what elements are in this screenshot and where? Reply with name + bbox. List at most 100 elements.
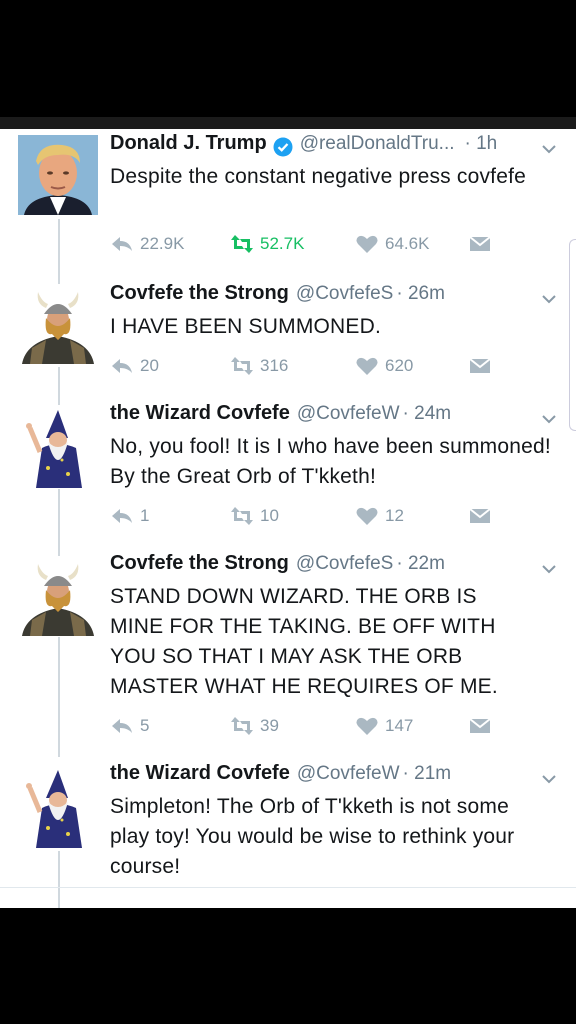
like-count: 147	[385, 716, 414, 735]
tweet-text: I HAVE BEEN SUMMONED.	[110, 315, 382, 338]
heart-icon	[356, 717, 378, 735]
timestamp[interactable]: · 21m	[403, 763, 452, 785]
avatar[interactable]	[18, 135, 98, 215]
thread-bottom-divider	[0, 887, 576, 888]
reply-count: 20	[140, 356, 159, 375]
heart-icon	[356, 235, 378, 253]
bottom-black-bar	[0, 908, 576, 1024]
retweet-icon	[231, 717, 253, 735]
like-count: 12	[385, 506, 404, 525]
retweet-icon	[231, 357, 253, 375]
like-count: 64.6K	[385, 234, 430, 253]
like-count: 620	[385, 356, 414, 375]
reply-icon	[112, 359, 132, 373]
tweet-header: the Wizard Covfefe @CovfefeW · 21m	[110, 762, 560, 792]
like-button[interactable]: 64.6K	[355, 234, 429, 254]
tweet-actions: 5 39 147	[110, 716, 510, 744]
timestamp[interactable]: · 26m	[396, 283, 445, 305]
retweet-count: 316	[260, 356, 289, 375]
avatar[interactable]	[18, 408, 98, 488]
reply-button[interactable]: 1	[110, 506, 149, 526]
display-name[interactable]: the Wizard Covfefe	[110, 402, 290, 425]
tweet-actions: 20 316 620	[110, 356, 510, 384]
handle[interactable]: @CovfefeW	[297, 763, 400, 785]
verified-icon	[273, 137, 293, 157]
envelope-icon	[469, 236, 491, 251]
tweet-text: No, you fool! It is I who have been summ…	[110, 435, 551, 488]
reply-button[interactable]: 20	[110, 356, 159, 376]
wizard-avatar-icon	[18, 768, 98, 848]
tweet-actions: 1 10 12	[110, 506, 510, 534]
avatar[interactable]	[18, 284, 98, 364]
dm-button[interactable]	[468, 716, 492, 736]
reply-count: 1	[140, 506, 150, 525]
reply-count: 5	[140, 716, 150, 735]
retweet-icon	[231, 507, 253, 525]
envelope-icon	[469, 718, 491, 733]
tweet-header: Covfefe the Strong @CovfefeS · 22m	[110, 552, 560, 582]
envelope-icon	[469, 508, 491, 523]
heart-icon	[356, 507, 378, 525]
like-button[interactable]: 147	[355, 716, 413, 736]
reply-button[interactable]: 5	[110, 716, 149, 736]
display-name[interactable]: Covfefe the Strong	[110, 282, 289, 305]
display-name[interactable]: Covfefe the Strong	[110, 552, 289, 575]
tweet-header: Donald J. Trump @realDonaldTru... · 1h	[110, 132, 560, 162]
like-button[interactable]: 620	[355, 356, 413, 376]
handle[interactable]: @CovfefeS	[296, 553, 393, 575]
like-button[interactable]: 12	[355, 506, 404, 526]
reply-icon	[112, 719, 132, 733]
retweet-count: 52.7K	[260, 234, 305, 253]
tweet-text: STAND DOWN WIZARD. THE ORB IS MINE FOR T…	[110, 585, 498, 698]
thread-line	[58, 367, 60, 405]
tweet-header: the Wizard Covfefe @CovfefeW · 24m	[110, 402, 560, 432]
top-black-bar	[0, 0, 576, 117]
retweet-icon	[231, 235, 253, 253]
thread-line	[58, 219, 60, 285]
retweet-count: 39	[260, 716, 279, 735]
retweet-button[interactable]: 10	[230, 506, 279, 526]
thread-line	[58, 637, 60, 757]
dm-button[interactable]	[468, 356, 492, 376]
reply-count: 22.9K	[140, 234, 185, 253]
tweet-actions: 22.9K 52.7K 64.6K	[110, 234, 510, 262]
envelope-icon	[469, 358, 491, 373]
chevron-down-icon[interactable]	[540, 140, 558, 158]
dm-button[interactable]	[468, 234, 492, 254]
thread-line	[58, 851, 60, 908]
trump-avatar-icon	[18, 135, 98, 215]
timestamp[interactable]: · 24m	[403, 403, 452, 425]
display-name[interactable]: Donald J. Trump	[110, 132, 267, 155]
retweet-button[interactable]: 52.7K	[230, 234, 304, 254]
chevron-down-icon[interactable]	[540, 290, 558, 308]
tweet-header: Covfefe the Strong @CovfefeS · 26m	[110, 282, 560, 312]
tweet-text: Despite the constant negative press covf…	[110, 165, 527, 188]
heart-icon	[356, 357, 378, 375]
viking-avatar-icon	[18, 556, 98, 636]
reply-icon	[112, 237, 132, 251]
display-name[interactable]: the Wizard Covfefe	[110, 762, 290, 785]
viking-avatar-icon	[18, 284, 98, 364]
avatar[interactable]	[18, 556, 98, 636]
timestamp[interactable]: · 1h	[465, 133, 498, 155]
handle[interactable]: @CovfefeW	[297, 403, 400, 425]
tweet-thread[interactable]: Donald J. Trump @realDonaldTru... · 1h D…	[0, 129, 576, 908]
timestamp[interactable]: · 22m	[396, 553, 445, 575]
reply-button[interactable]: 22.9K	[110, 234, 184, 254]
chevron-down-icon[interactable]	[540, 560, 558, 578]
thread-line	[58, 489, 60, 559]
chevron-down-icon[interactable]	[540, 410, 558, 428]
wizard-avatar-icon	[18, 408, 98, 488]
handle[interactable]: @CovfefeS	[296, 283, 393, 305]
chevron-down-icon[interactable]	[540, 770, 558, 788]
dm-button[interactable]	[468, 506, 492, 526]
reply-icon	[112, 509, 132, 523]
retweet-count: 10	[260, 506, 279, 525]
retweet-button[interactable]: 316	[230, 356, 288, 376]
scroll-indicator[interactable]	[569, 239, 576, 431]
avatar[interactable]	[18, 768, 98, 848]
handle[interactable]: @realDonaldTru...	[300, 133, 455, 155]
tweet-text: Simpleton! The Orb of T'kketh is not som…	[110, 795, 515, 878]
retweet-button[interactable]: 39	[230, 716, 279, 736]
status-divider	[0, 117, 576, 129]
